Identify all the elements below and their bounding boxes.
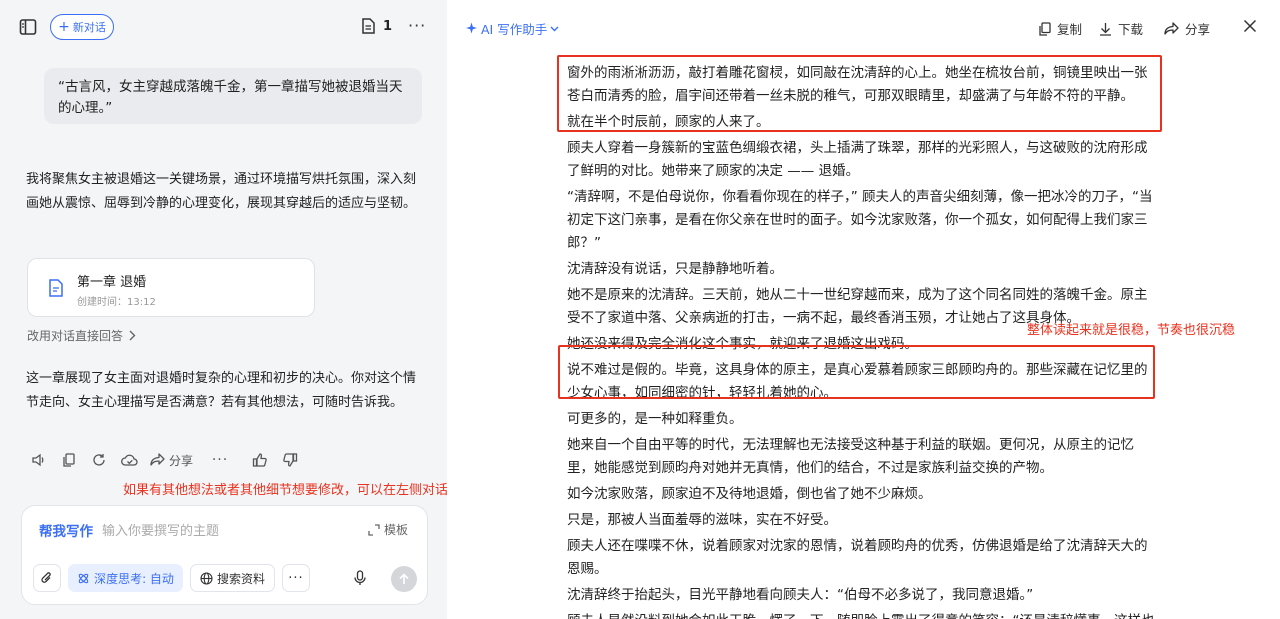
switch-to-direct-answer-link[interactable]: 改用对话直接回答	[27, 327, 136, 344]
ai-assistant-label: AI 写作助手	[481, 22, 548, 37]
share-document-button[interactable]: 分享	[1164, 19, 1210, 38]
document-paragraph: 只是，那被人当面羞辱的滋味，实在不好受。	[567, 512, 837, 528]
message-actions: 分享 ···	[30, 451, 311, 469]
chat-topbar: + 新对话 1 ···	[0, 0, 447, 54]
cloud-save-icon[interactable]	[120, 451, 138, 469]
document-paragraph: 如今沈家败落，顾家迫不及待地退婚，倒也省了她不少麻烦。	[567, 486, 932, 502]
new-chat-label: 新对话	[72, 21, 106, 34]
document-paragraph: 她来自一个自由平等的时代，无法理解也无法接受这种基于利益的联姻。更何况，从原主的…	[567, 437, 1134, 476]
copy-icon[interactable]	[60, 451, 78, 469]
share-icon	[1164, 21, 1179, 36]
document-paragraph: 沈清辞没有说话，只是静静地听着。	[567, 261, 783, 277]
chevron-right-icon	[129, 330, 136, 341]
document-toolbar: AI 写作助手 复制 下载 分享	[447, 0, 1280, 54]
search-materials-button[interactable]: 搜索资料	[190, 564, 275, 592]
document-card-title: 第一章 退婚	[77, 275, 147, 290]
chat-pane: + 新对话 1 ··· “古言风，女主穿越成落魄千金，第一章描写她被退婚当天的心…	[0, 0, 526, 619]
document-paragraph: 沈清辞终于抬起头，目光平静地看向顾夫人：“伯母不必多说了，我同意退婚。”	[567, 587, 1034, 603]
copy-document-button[interactable]: 复制	[1038, 19, 1082, 38]
regenerate-icon[interactable]	[90, 451, 108, 469]
share-label: 分享	[1185, 22, 1211, 37]
document-paragraph: 窗外的雨淅淅沥沥，敲打着雕花窗棂，如同敲在沈清辞的心上。她坐在梳妆台前，铜镜里映…	[567, 65, 1148, 104]
send-button[interactable]	[391, 566, 417, 592]
annotation-right: 整体读起来就是很稳，节奏也很沉稳	[1027, 323, 1236, 338]
document-icon	[361, 18, 375, 34]
sparkle-icon	[465, 22, 478, 35]
document-card[interactable]: 第一章 退婚 创建时间：13:12	[27, 258, 315, 317]
template-label: 模板	[383, 523, 408, 537]
more-options-icon[interactable]: ···	[408, 16, 426, 35]
close-icon[interactable]	[1243, 19, 1257, 33]
document-paragraph: 说不难过是假的。毕竟，这具身体的原主，是真心爱慕着顾家三郎顾昀舟的。那些深藏在记…	[567, 362, 1148, 401]
deep-think-label: 深度思考: 自动	[94, 571, 174, 586]
thumbs-up-icon[interactable]	[251, 451, 269, 469]
search-materials-label: 搜索资料	[216, 571, 265, 586]
document-edit-icon	[48, 279, 64, 297]
document-count: 1	[383, 18, 393, 34]
topic-input[interactable]: 输入你要撰写的主题	[102, 520, 219, 539]
writing-composer: 帮我写作 输入你要撰写的主题 模板 深度思考: 自动 搜索资料 ···	[21, 505, 428, 605]
copy-icon	[1038, 21, 1051, 36]
chevron-down-icon	[550, 26, 559, 32]
switch-link-label: 改用对话直接回答	[27, 329, 124, 343]
download-button[interactable]: 下载	[1099, 19, 1143, 38]
document-paragraph: 可更多的，是一种如释重负。	[567, 411, 743, 427]
deep-think-button[interactable]: 深度思考: 自动	[68, 564, 183, 592]
share-icon	[150, 453, 165, 467]
document-pane: AI 写作助手 复制 下载 分享 窗外的雨淅淅沥沥，敲打着雕花窗棂，如同敲在沈清…	[447, 0, 1280, 619]
new-chat-button[interactable]: + 新对话	[50, 14, 114, 40]
download-label: 下载	[1118, 22, 1144, 37]
microphone-icon[interactable]	[350, 564, 370, 592]
globe-icon	[200, 571, 213, 585]
thumbs-down-icon[interactable]	[281, 451, 299, 469]
document-count-button[interactable]: 1	[361, 18, 392, 34]
document-card-time: 创建时间：13:12	[77, 297, 156, 308]
document-content: 窗外的雨淅淅沥沥，敲打着雕花窗棂，如同敲在沈清辞的心上。她坐在梳妆台前，铜镜里映…	[567, 62, 1157, 619]
copy-label: 复制	[1057, 22, 1083, 37]
ai-assistant-dropdown[interactable]: AI 写作助手	[465, 19, 559, 38]
user-message: “古言风，女主穿越成落魄千金，第一章描写她被退婚当天的心理。”	[44, 68, 422, 124]
ai-summary-message: 这一章展现了女主面对退婚时复杂的心理和初步的决心。你对这个情节走向、女主心理描写…	[26, 371, 417, 410]
document-paragraph: 就在半个时辰前，顾家的人来了。	[567, 114, 770, 130]
composer-mode-label: 帮我写作	[39, 524, 93, 540]
plus-icon: +	[58, 19, 70, 35]
document-paragraph: 顾夫人显然没料到她会如此干脆，愣了一下，随即脸上露出了得意的笑容：“还是清辞懂事…	[567, 610, 1157, 619]
sidebar-toggle-icon[interactable]	[19, 18, 37, 36]
share-label: 分享	[169, 453, 194, 468]
share-message-button[interactable]: 分享	[150, 451, 193, 469]
composer-more-icon[interactable]: ···	[282, 564, 310, 592]
more-actions-icon[interactable]: ···	[211, 451, 229, 469]
document-paragraph: “清辞啊，不是伯母说你，你看看你现在的样子，” 顾夫人的声音尖细刻薄，像一把冰冷…	[567, 189, 1153, 251]
speaker-icon[interactable]	[30, 451, 48, 469]
document-paragraph: 顾夫人穿着一身簇新的宝蓝色绸缎衣裙，头上插满了珠翠，那样的光彩照人，与这破败的沈…	[567, 140, 1148, 179]
template-button[interactable]: 模板	[368, 521, 408, 538]
atom-icon	[77, 572, 90, 585]
attach-icon[interactable]	[33, 564, 61, 592]
ai-intro-message: 我将聚焦女主被退婚这一关键场景，通过环境描写烘托氛围，深入刻画她从震惊、屈辱到冷…	[26, 172, 417, 211]
expand-icon	[368, 523, 380, 536]
document-paragraph: 顾夫人还在喋喋不休，说着顾家对沈家的恩情，说着顾昀舟的优秀，仿佛退婚是给了沈清辞…	[567, 538, 1148, 577]
download-icon	[1099, 22, 1112, 36]
